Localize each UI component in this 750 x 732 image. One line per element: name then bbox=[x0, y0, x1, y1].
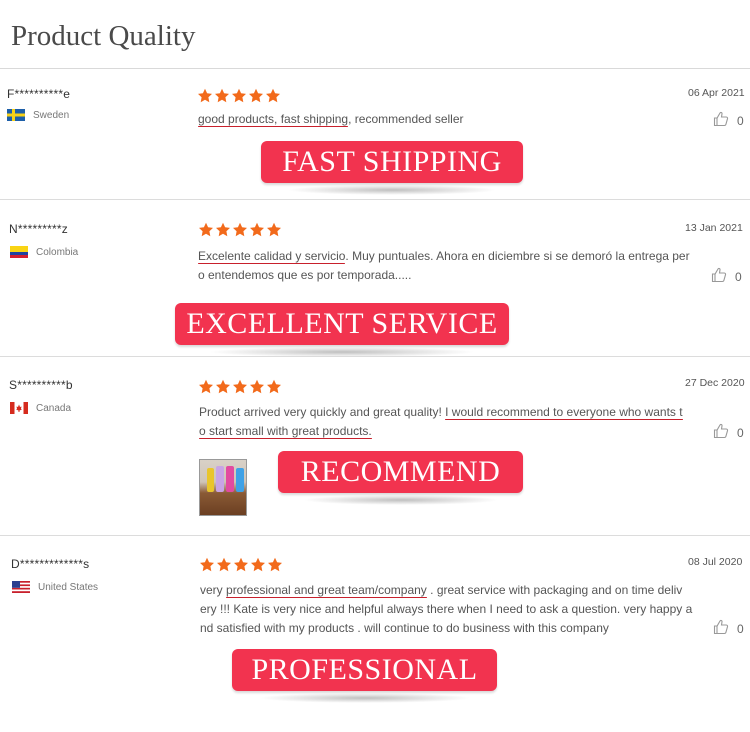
highlighted-phrase: I would recommend to everyone who wants … bbox=[445, 405, 683, 419]
star-rating bbox=[197, 88, 281, 104]
like-count: 0 bbox=[735, 269, 742, 284]
star-icon bbox=[217, 557, 231, 572]
banner-label: PROFESSIONAL bbox=[232, 649, 497, 691]
review-text-line: o entendemos que es por temporada..... bbox=[198, 266, 690, 285]
star-rating bbox=[198, 222, 282, 238]
star-icon bbox=[233, 379, 247, 394]
flag-united-states-icon bbox=[12, 581, 30, 593]
reviewer-name: F**********e bbox=[7, 87, 71, 101]
review-text-segment: nd satisfied with my products . will con… bbox=[200, 621, 609, 635]
review-text-line: Product arrived very quickly and great q… bbox=[199, 403, 683, 422]
like-count: 0 bbox=[737, 425, 744, 440]
review-item: F**********e Sweden good products, fast … bbox=[0, 69, 750, 200]
star-icon bbox=[216, 379, 230, 394]
review-date: 27 Dec 2020 bbox=[685, 377, 745, 389]
like-button[interactable]: 0 bbox=[713, 423, 744, 442]
review-text-segment: very bbox=[200, 583, 227, 597]
review-text-segment: . great service with packaging and on ti… bbox=[426, 583, 683, 597]
highlight-banner: EXCELLENT SERVICE bbox=[175, 303, 509, 357]
review-text-segment: ery !!! Kate is very nice and helpful al… bbox=[200, 602, 693, 616]
star-icon bbox=[215, 88, 229, 103]
review-item: D*************s United States very profe… bbox=[0, 536, 750, 732]
banner-label: EXCELLENT SERVICE bbox=[175, 303, 509, 345]
like-count: 0 bbox=[737, 621, 744, 636]
review-text: good products, fast shipping, recommende… bbox=[198, 110, 464, 129]
star-icon bbox=[250, 379, 264, 394]
reviewer-name: S**********b bbox=[9, 378, 73, 392]
page-title: Product Quality bbox=[11, 20, 196, 52]
review-text: Excelente calidad y servicio. Muy puntua… bbox=[198, 247, 690, 285]
star-icon bbox=[199, 222, 213, 237]
thumbs-up-icon bbox=[711, 267, 735, 286]
review-item: N*********z Colombia Excelente calidad y… bbox=[0, 200, 750, 357]
review-photo[interactable] bbox=[199, 459, 247, 516]
star-icon bbox=[267, 379, 281, 394]
review-text-segment: Product arrived very quickly and great q… bbox=[199, 405, 446, 419]
reviewer-name: D*************s bbox=[11, 557, 90, 571]
star-icon bbox=[198, 88, 212, 103]
star-icon bbox=[234, 557, 248, 572]
flag-canada-icon bbox=[10, 402, 28, 414]
star-icon bbox=[267, 222, 281, 237]
reviewer-country: Sweden bbox=[7, 109, 69, 121]
review-text: very professional and great team/company… bbox=[200, 581, 692, 638]
highlighted-phrase: o start small with great products. bbox=[199, 424, 372, 438]
like-button[interactable]: 0 bbox=[713, 619, 744, 638]
reviewer-name: N*********z bbox=[9, 222, 68, 236]
banner-shadow bbox=[258, 693, 471, 703]
star-icon bbox=[266, 88, 280, 103]
thumbs-up-icon bbox=[713, 111, 737, 130]
highlighted-phrase: professional and great team/company bbox=[226, 583, 427, 597]
star-icon bbox=[251, 557, 265, 572]
highlight-banner: RECOMMEND bbox=[278, 451, 523, 505]
country-label: Canada bbox=[36, 402, 72, 414]
country-label: Colombia bbox=[36, 246, 79, 258]
star-rating bbox=[199, 557, 283, 573]
review-date: 06 Apr 2021 bbox=[688, 87, 745, 99]
review-item: S**********b Canada Product arrived very… bbox=[0, 357, 750, 536]
star-icon bbox=[233, 222, 247, 237]
highlighted-phrase: good products, fast shipping bbox=[198, 112, 349, 126]
banner-shadow bbox=[302, 495, 499, 505]
review-text-line: ery !!! Kate is very nice and helpful al… bbox=[200, 600, 692, 619]
like-button[interactable]: 0 bbox=[711, 267, 742, 286]
country-label: Sweden bbox=[33, 109, 70, 121]
star-rating bbox=[198, 379, 282, 395]
star-icon bbox=[200, 557, 214, 572]
review-text-line: o start small with great products. bbox=[199, 422, 683, 441]
flag-sweden-icon bbox=[7, 109, 25, 121]
review-text-segment: , recommended seller bbox=[348, 112, 464, 126]
review-text-segment: o entendemos que es por temporada..... bbox=[198, 268, 412, 282]
star-icon bbox=[216, 222, 230, 237]
review-text-line: very professional and great team/company… bbox=[200, 581, 692, 600]
star-icon bbox=[250, 222, 264, 237]
reviewer-country: Colombia bbox=[10, 246, 78, 258]
review-text-line: good products, fast shipping, recommende… bbox=[198, 110, 464, 129]
thumbs-up-icon bbox=[713, 619, 737, 638]
star-icon bbox=[199, 379, 213, 394]
reviewer-country: Canada bbox=[10, 402, 71, 414]
banner-label: FAST SHIPPING bbox=[261, 141, 523, 183]
country-label: United States bbox=[38, 581, 99, 593]
review-text: Product arrived very quickly and great q… bbox=[199, 403, 683, 441]
highlight-banner: FAST SHIPPING bbox=[261, 141, 523, 195]
review-text-segment: . Muy puntuales. Ahora en diciembre si s… bbox=[345, 249, 690, 263]
flag-colombia-icon bbox=[10, 246, 28, 258]
banner-shadow bbox=[287, 185, 497, 195]
banner-label: RECOMMEND bbox=[278, 451, 523, 493]
thumbs-up-icon bbox=[713, 423, 737, 442]
reviewer-country: United States bbox=[12, 581, 98, 593]
star-icon bbox=[232, 88, 246, 103]
highlight-banner: PROFESSIONAL bbox=[232, 649, 497, 703]
review-date: 13 Jan 2021 bbox=[685, 222, 743, 234]
review-text-line: Excelente calidad y servicio. Muy puntua… bbox=[198, 247, 690, 266]
like-count: 0 bbox=[737, 113, 744, 128]
highlighted-phrase: Excelente calidad y servicio bbox=[198, 249, 346, 263]
review-date: 08 Jul 2020 bbox=[688, 556, 743, 568]
like-button[interactable]: 0 bbox=[713, 111, 744, 130]
star-icon bbox=[268, 557, 282, 572]
star-icon bbox=[249, 88, 263, 103]
review-text-line: nd satisfied with my products . will con… bbox=[200, 619, 692, 638]
